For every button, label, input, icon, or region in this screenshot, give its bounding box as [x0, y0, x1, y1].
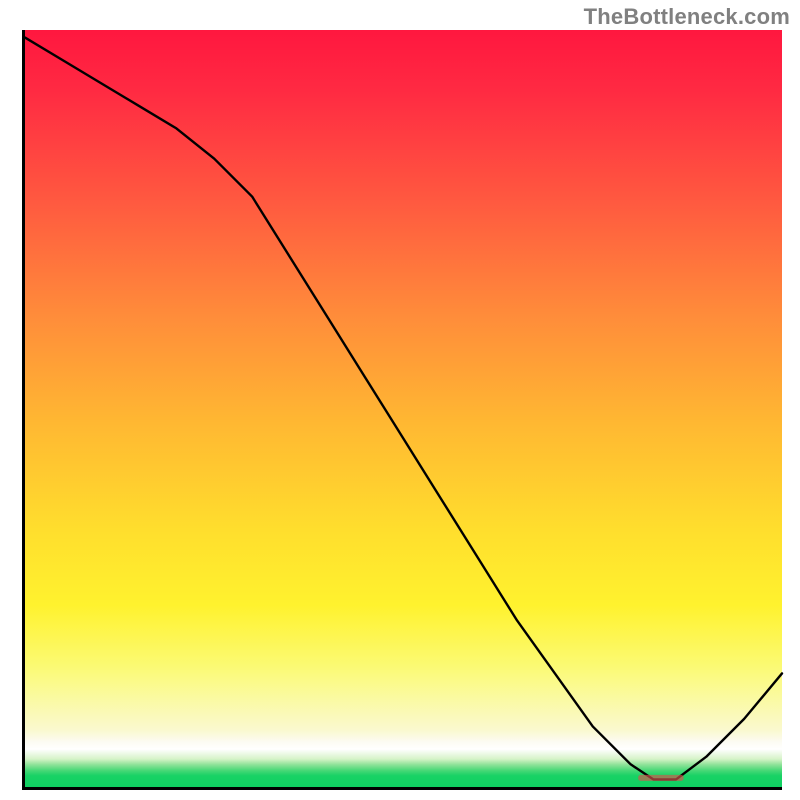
- chart-svg: [25, 30, 782, 787]
- optimal-band-marker: [638, 775, 683, 781]
- chart-container: TheBottleneck.com: [0, 0, 800, 800]
- plot-area: [22, 30, 782, 790]
- watermark-text: TheBottleneck.com: [584, 4, 790, 30]
- bottleneck-curve: [25, 38, 782, 780]
